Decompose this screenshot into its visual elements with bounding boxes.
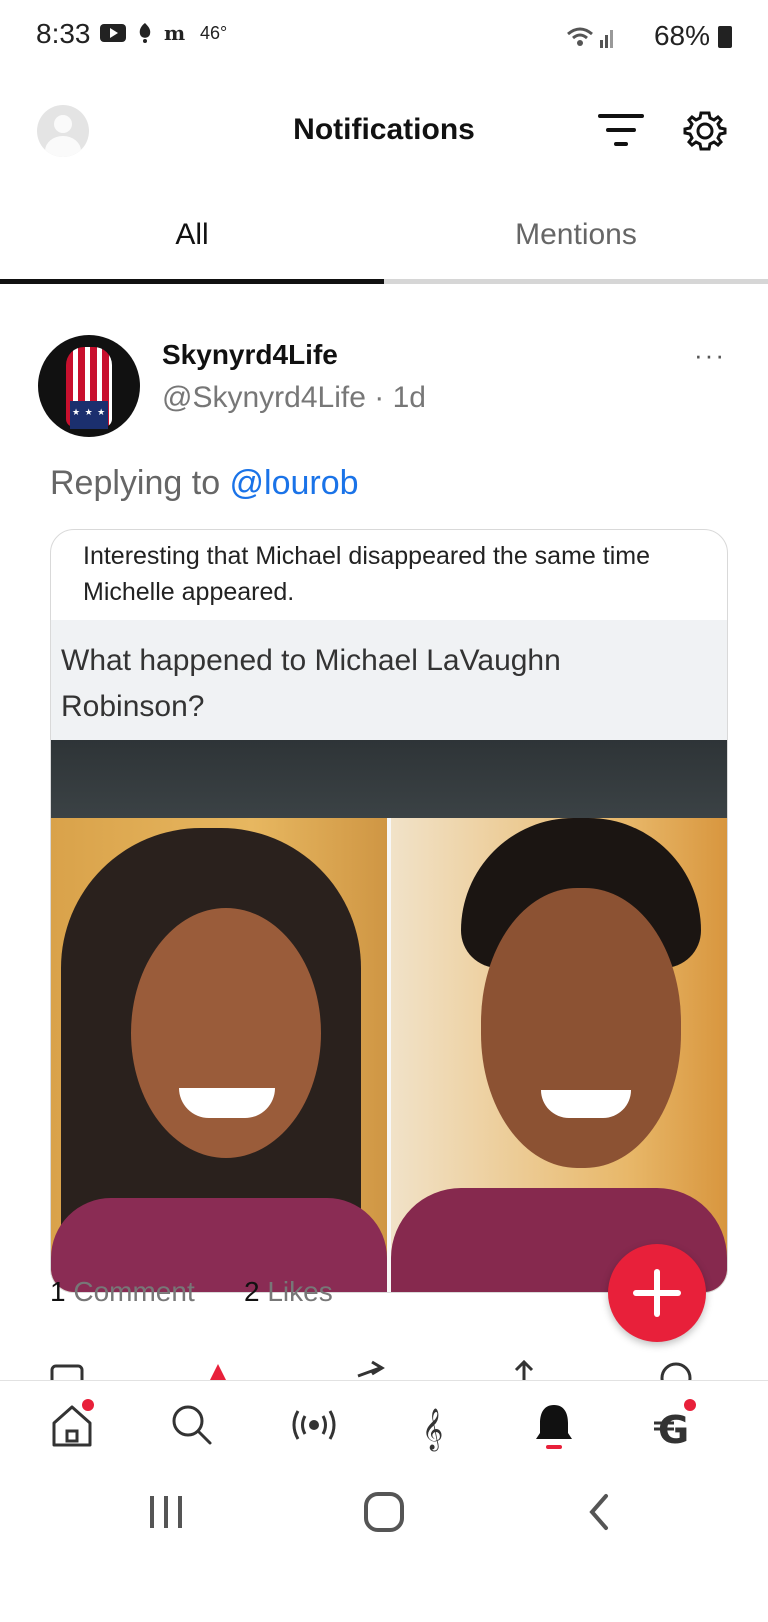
notification-icon — [139, 23, 151, 43]
svg-text:m: m — [164, 23, 185, 43]
comment-count[interactable]: 1 Comment — [50, 1276, 195, 1308]
smile-left — [179, 1088, 275, 1118]
tab-divider — [384, 279, 768, 284]
create-post-button[interactable] — [608, 1244, 706, 1342]
live-broadcast-icon — [292, 1410, 336, 1440]
post-author-avatar[interactable] — [38, 335, 140, 437]
photo-left — [51, 818, 387, 1292]
tab-active-indicator — [0, 279, 384, 284]
filter-icon — [598, 114, 644, 146]
post-author-name[interactable]: Skynyrd4Life — [162, 339, 338, 371]
post-image[interactable]: What happened to Michael LaVaughn Robins… — [51, 620, 727, 1292]
comment-count-value: 1 — [50, 1276, 66, 1307]
nav-home[interactable] — [44, 1397, 100, 1453]
settings-gear-icon — [683, 111, 727, 151]
nav-search[interactable] — [164, 1397, 220, 1453]
image-caption: What happened to Michael LaVaughn Robins… — [61, 644, 561, 723]
nav-notifications[interactable] — [526, 1397, 582, 1453]
like-count-value: 2 — [244, 1276, 260, 1307]
face-left — [131, 908, 321, 1158]
more-options-button[interactable]: ··· — [694, 340, 726, 371]
home-circle-icon[interactable] — [362, 1490, 406, 1534]
post-age: 1d — [392, 381, 426, 414]
search-icon — [172, 1405, 212, 1445]
comment-label: Comment — [73, 1276, 195, 1307]
smile-right — [541, 1090, 631, 1118]
notifications-bell-icon — [536, 1405, 572, 1449]
photo-right — [391, 818, 727, 1292]
like-count[interactable]: 2 Likes — [244, 1276, 333, 1308]
battery-icon — [718, 26, 732, 48]
news-icon: m — [164, 23, 185, 43]
currency-badge — [684, 1399, 696, 1411]
svg-text:𝄞: 𝄞 — [422, 1408, 443, 1451]
back-icon[interactable] — [584, 1490, 614, 1534]
status-temperature: 46° — [200, 22, 228, 43]
music-icon: 𝄞 — [422, 1408, 443, 1451]
image-caption-area: What happened to Michael LaVaughn Robins… — [51, 620, 727, 740]
like-label: Likes — [267, 1276, 333, 1307]
battery-percent: 68% — [653, 20, 710, 51]
recent-apps-icon[interactable] — [146, 1492, 186, 1532]
tab-mentions[interactable]: Mentions — [384, 218, 768, 252]
replying-to-link[interactable]: @lourob — [230, 464, 359, 502]
image-dark-band — [51, 740, 727, 818]
status-bar: 8:33 m 46° 68% — [0, 0, 768, 76]
filter-button[interactable] — [594, 108, 648, 154]
post-text: Interesting that Michael disappeared the… — [83, 542, 650, 606]
home-badge — [82, 1399, 94, 1411]
status-time: 8:33 — [36, 18, 91, 49]
post-card[interactable]: Interesting that Michael disappeared the… — [50, 529, 728, 1293]
face-right — [481, 888, 681, 1168]
nav-currency[interactable]: G — [646, 1397, 702, 1453]
youtube-icon — [100, 24, 126, 42]
tab-all[interactable]: All — [0, 218, 384, 252]
post-action-icons — [50, 1359, 692, 1380]
post-meta: @Skynyrd4Life · 1d — [162, 381, 426, 415]
flag-stars — [70, 401, 108, 429]
wifi-icon — [567, 27, 613, 48]
meta-separator: · — [365, 381, 393, 414]
settings-button[interactable] — [682, 108, 728, 154]
status-app-icons: m 46° — [100, 22, 227, 44]
page-title: Notifications — [293, 113, 475, 146]
nav-music[interactable]: 𝄞 — [406, 1397, 462, 1453]
replying-prefix: Replying to — [50, 464, 230, 502]
post-author-handle[interactable]: @Skynyrd4Life — [162, 381, 366, 414]
post-actions-row — [0, 1356, 768, 1380]
nav-live[interactable] — [286, 1397, 342, 1453]
replying-to: Replying to @lourob — [50, 464, 359, 503]
system-navigation-bar — [0, 1464, 768, 1622]
bottom-navigation: 𝄞 G — [0, 1380, 768, 1465]
